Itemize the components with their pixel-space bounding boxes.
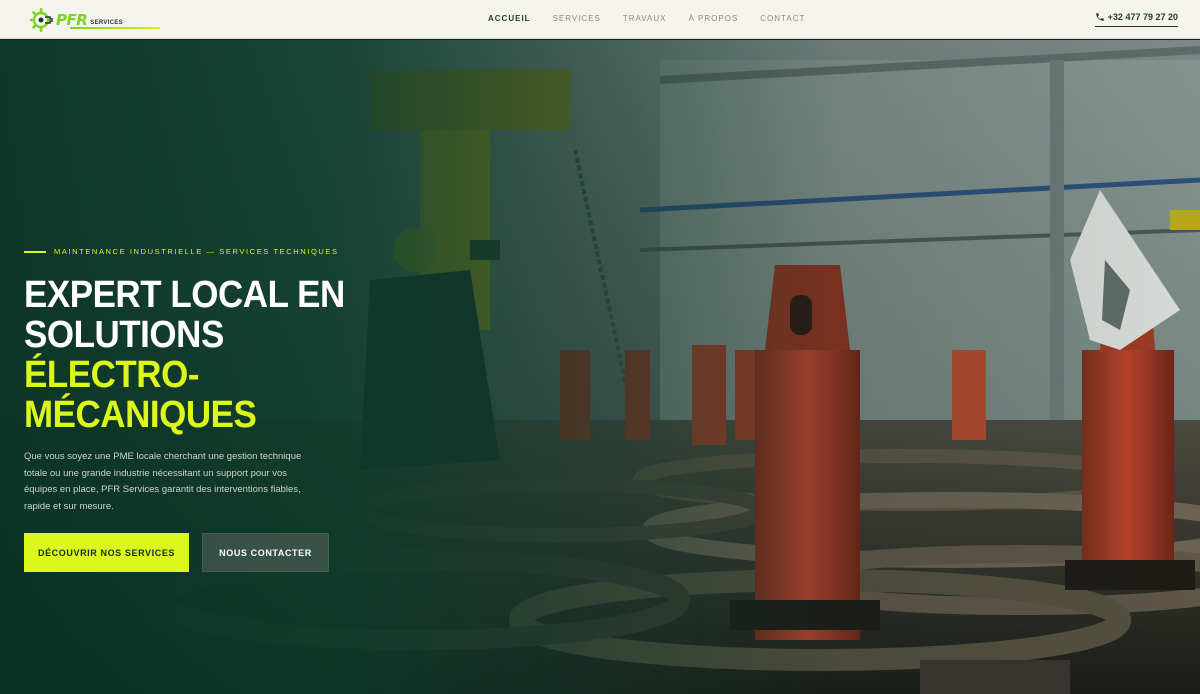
hero-title-accent: ÉLECTRO-MÉCANIQUES xyxy=(24,354,257,436)
hero-title: EXPERT LOCAL EN SOLUTIONS ÉLECTRO-MÉCANI… xyxy=(24,275,410,435)
hero-eyebrow: MAINTENANCE INDUSTRIELLE — SERVICES TECH… xyxy=(24,247,444,256)
nav-item-contact[interactable]: CONTACT xyxy=(760,14,805,23)
main-nav: ACCUEIL SERVICES TRAVAUX À PROPOS CONTAC… xyxy=(488,14,827,23)
discover-services-button[interactable]: DÉCOUVRIR NOS SERVICES xyxy=(24,533,189,572)
hero-section: MAINTENANCE INDUSTRIELLE — SERVICES TECH… xyxy=(0,40,1200,694)
eyebrow-text: MAINTENANCE INDUSTRIELLE — SERVICES TECH… xyxy=(54,247,339,256)
hero-title-line1: EXPERT LOCAL EN xyxy=(24,274,345,316)
gear-icon xyxy=(30,8,53,32)
hero-title-line2: SOLUTIONS xyxy=(24,314,224,356)
nav-item-travaux[interactable]: TRAVAUX xyxy=(623,14,667,23)
contact-us-button[interactable]: NOUS CONTACTER xyxy=(202,533,329,572)
hero-description: Que vous soyez une PME locale cherchant … xyxy=(24,451,302,512)
phone-link[interactable]: +32 477 79 27 20 xyxy=(1094,12,1178,27)
logo-subtitle: SERVICES xyxy=(90,19,123,26)
hero-content: MAINTENANCE INDUSTRIELLE — SERVICES TECH… xyxy=(24,247,444,572)
nav-item-a-propos[interactable]: À PROPOS xyxy=(688,14,738,23)
logo-underline xyxy=(70,27,160,29)
site-header: PFR SERVICES ACCUEIL SERVICES TRAVAUX À … xyxy=(0,0,1200,39)
nav-item-services[interactable]: SERVICES xyxy=(553,14,601,23)
logo[interactable]: PFR SERVICES xyxy=(30,7,160,33)
phone-icon xyxy=(1095,13,1104,21)
eyebrow-line xyxy=(24,250,46,253)
hero-buttons: DÉCOUVRIR NOS SERVICES NOUS CONTACTER xyxy=(24,533,329,572)
phone-number: +32 477 79 27 20 xyxy=(1107,12,1178,22)
nav-item-accueil[interactable]: ACCUEIL xyxy=(488,14,531,23)
